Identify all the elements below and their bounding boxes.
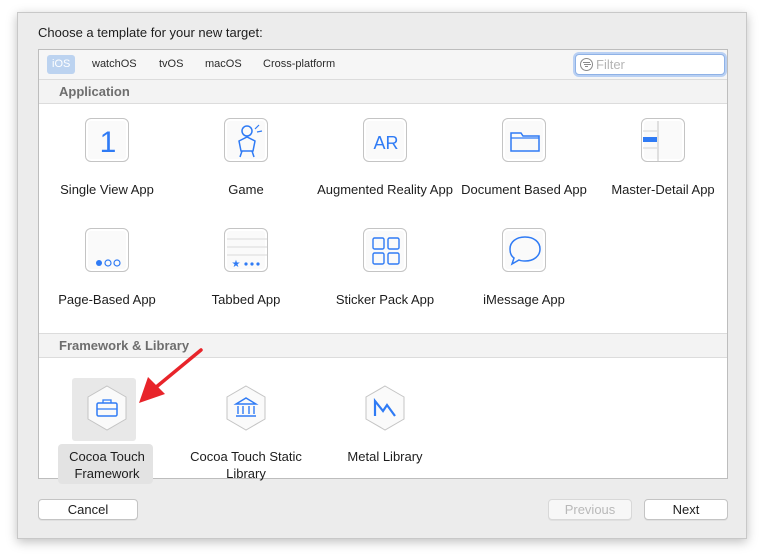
new-target-dialog: Choose a template for your new target: i… bbox=[17, 12, 747, 539]
template-label: Document Based App bbox=[461, 182, 587, 197]
svg-text:AR: AR bbox=[373, 133, 398, 153]
library-building-icon bbox=[222, 384, 270, 432]
section-header-application: Application bbox=[39, 79, 727, 104]
tab-ios[interactable]: iOS bbox=[47, 55, 76, 74]
toolbox-icon bbox=[83, 384, 131, 432]
template-label: Cocoa Touch Static Library bbox=[190, 449, 302, 481]
ar-icon: AR bbox=[363, 118, 407, 162]
template-metal-library[interactable]: Metal Library bbox=[317, 373, 453, 488]
tab-macos[interactable]: macOS bbox=[200, 55, 247, 74]
platform-tab-bar: iOS watchOS tvOS macOS Cross-platform bbox=[39, 50, 727, 80]
template-label: Cocoa Touch Framework bbox=[69, 449, 145, 481]
game-character-icon bbox=[224, 118, 268, 162]
tab-tvos[interactable]: tvOS bbox=[154, 55, 188, 74]
template-label: Master-Detail App bbox=[611, 182, 715, 197]
svg-text:1: 1 bbox=[100, 126, 117, 159]
page-dots-icon bbox=[85, 228, 129, 272]
tab-cross-platform[interactable]: Cross-platform bbox=[258, 55, 340, 74]
template-label: Game bbox=[228, 182, 264, 197]
dialog-prompt: Choose a template for your new target: bbox=[38, 25, 263, 40]
number-one-icon: 1 bbox=[85, 118, 129, 162]
template-label: Tabbed App bbox=[211, 292, 281, 307]
red-arrow-icon bbox=[139, 348, 203, 403]
cancel-button[interactable]: Cancel bbox=[38, 499, 138, 520]
template-label: Page-Based App bbox=[58, 292, 156, 307]
template-label: Metal Library bbox=[347, 449, 423, 464]
master-detail-icon bbox=[641, 118, 685, 162]
metal-icon bbox=[361, 384, 409, 432]
filter-icon bbox=[580, 58, 593, 71]
filter-input[interactable] bbox=[596, 56, 720, 73]
speech-bubble-icon bbox=[502, 228, 546, 272]
template-label: Sticker Pack App bbox=[335, 292, 435, 307]
folder-icon bbox=[502, 118, 546, 162]
tab-bar-icon: ★ bbox=[224, 228, 268, 272]
previous-button[interactable]: Previous bbox=[548, 499, 632, 520]
tab-watchos[interactable]: watchOS bbox=[87, 55, 142, 74]
filter-field[interactable] bbox=[575, 54, 725, 75]
svg-text:★: ★ bbox=[232, 259, 241, 270]
template-panel: iOS watchOS tvOS macOS Cross-platform Ap… bbox=[38, 49, 728, 484]
template-label: Single View App bbox=[60, 182, 154, 197]
template-label: Augmented Reality App bbox=[317, 182, 453, 197]
template-label: iMessage App bbox=[483, 292, 565, 307]
next-button[interactable]: Next bbox=[644, 499, 728, 520]
sticker-grid-icon bbox=[363, 228, 407, 272]
